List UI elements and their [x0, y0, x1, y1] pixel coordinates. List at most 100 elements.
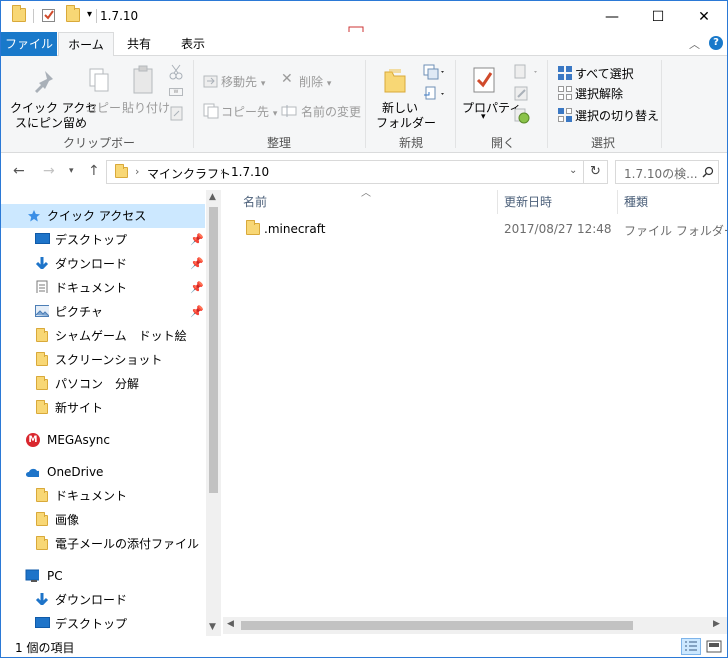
address-bar[interactable]: › マインクラフト › 1.7.10 ⌄: [106, 160, 584, 184]
table-row[interactable]: .minecraft 2017/08/27 12:48 ファイル フォルダー: [223, 218, 727, 240]
scroll-down-icon[interactable]: ▼: [209, 622, 216, 632]
new-item-icon[interactable]: [423, 64, 447, 80]
column-type[interactable]: 種類: [624, 190, 648, 214]
crumb-current[interactable]: 1.7.10: [231, 165, 269, 179]
folder-icon: [36, 536, 48, 550]
pin-icon: 📌: [190, 233, 204, 246]
nav-pc[interactable]: PC: [1, 564, 205, 588]
tab-file[interactable]: ファイル: [1, 32, 57, 56]
move-to-button[interactable]: 移動先 ▾: [221, 73, 265, 90]
nav-item-desktop[interactable]: デスクトップ: [1, 612, 205, 636]
divider[interactable]: [617, 190, 618, 214]
tab-home[interactable]: ホーム: [58, 32, 114, 57]
invert-selection-button[interactable]: 選択の切り替え: [575, 107, 659, 124]
open-icon[interactable]: [514, 64, 542, 80]
search-box[interactable]: 1.7.10の検...: [615, 160, 719, 184]
new-folder-label-2[interactable]: フォルダー: [376, 114, 436, 131]
nav-item-folder-label: シャムゲーム ドット絵: [55, 329, 187, 343]
divider: [33, 9, 34, 23]
scroll-right-icon[interactable]: ▶: [713, 619, 720, 629]
file-list: ︿ 名前 更新日時 種類 .minecraft 2017/08/27 12:48…: [223, 188, 727, 636]
back-button[interactable]: ←: [13, 163, 25, 179]
close-button[interactable]: ✕: [681, 1, 727, 32]
properties-button[interactable]: プロパティ: [462, 99, 521, 116]
nav-item-desktop-label: デスクトップ: [55, 233, 128, 247]
nav-item-folder-label: 新サイト: [55, 401, 104, 415]
divider[interactable]: [497, 190, 498, 214]
recent-locations-icon[interactable]: ▾: [69, 166, 74, 176]
picture-icon: [35, 305, 49, 317]
nav-quick-access[interactable]: クイック アクセス: [1, 204, 205, 228]
properties-dropdown-icon[interactable]: ▾: [481, 112, 486, 122]
help-icon[interactable]: ?: [709, 36, 723, 50]
tab-view[interactable]: 表示: [168, 32, 218, 56]
column-date[interactable]: 更新日時: [504, 190, 552, 214]
history-icon[interactable]: [514, 108, 530, 124]
minimize-button[interactable]: —: [589, 1, 635, 32]
scroll-left-icon[interactable]: ◀: [227, 619, 234, 629]
customize-qa-icon[interactable]: ▾: [87, 9, 92, 20]
cut-icon[interactable]: [169, 64, 183, 80]
collapse-ribbon-icon[interactable]: ︿: [689, 36, 700, 52]
nav-item-folder[interactable]: パソコン 分解: [1, 372, 205, 396]
copy-path-icon[interactable]: w: [169, 88, 183, 96]
address-folder-icon: [115, 164, 128, 178]
nav-mega[interactable]: M MEGAsync: [1, 428, 205, 452]
nav-mega-label: MEGAsync: [47, 433, 110, 447]
new-folder-large-icon: [384, 69, 406, 93]
pin-icon: 📌: [190, 257, 204, 270]
nav-item-desktop[interactable]: デスクトップ 📌: [1, 228, 205, 252]
edit-icon[interactable]: [514, 86, 530, 102]
copy-to-button[interactable]: コピー先 ▾: [221, 103, 277, 120]
column-name[interactable]: 名前: [243, 190, 267, 214]
nav-scroll-thumb[interactable]: [209, 207, 218, 493]
nav-pc-label: PC: [47, 569, 63, 583]
desktop-icon: [35, 233, 50, 244]
nav-item-folder[interactable]: 電子メールの添付ファイル: [1, 532, 205, 556]
maximize-button[interactable]: ☐: [635, 1, 681, 32]
details-view-icon[interactable]: [681, 638, 701, 655]
select-none-button[interactable]: 選択解除: [575, 85, 623, 102]
scroll-up-icon[interactable]: ▲: [209, 192, 216, 202]
up-button[interactable]: ↑: [88, 163, 100, 179]
delete-button[interactable]: 削除 ▾: [299, 73, 331, 90]
nav-item-documents[interactable]: ドキュメント 📌: [1, 276, 205, 300]
large-icons-view-icon[interactable]: [705, 638, 723, 655]
easy-access-icon[interactable]: [423, 86, 447, 102]
new-folder-icon[interactable]: [66, 5, 80, 22]
nav-onedrive[interactable]: OneDrive: [1, 460, 205, 484]
folder-icon: [36, 376, 48, 390]
download-icon: [35, 593, 49, 605]
tab-share[interactable]: 共有: [114, 32, 164, 56]
folder-icon: [246, 220, 260, 235]
nav-item-folder[interactable]: ドキュメント: [1, 484, 205, 508]
copy-icon: [89, 68, 109, 92]
horizontal-scrollbar[interactable]: ◀ ▶: [223, 617, 727, 634]
crumb-minecraft[interactable]: マインクラフト: [147, 165, 231, 182]
nav-item-downloads[interactable]: ダウンロード 📌: [1, 252, 205, 276]
nav-item-folder[interactable]: スクリーンショット: [1, 348, 205, 372]
sort-ascending-icon: ︿: [361, 188, 371, 199]
nav-item-pictures[interactable]: ピクチャ 📌: [1, 300, 205, 324]
select-all-button[interactable]: すべて選択: [575, 65, 634, 82]
address-dropdown-icon[interactable]: ⌄: [569, 165, 577, 176]
copy-button[interactable]: コピー: [85, 99, 121, 116]
select-all-icon: [558, 66, 572, 80]
ribbon: クイック アクセ スにピン留め コピー 貼り付け w クリップボード: [1, 56, 727, 167]
nav-item-folder[interactable]: 新サイト: [1, 396, 205, 420]
nav-item-folder[interactable]: シャムゲーム ドット絵: [1, 324, 205, 348]
nav-item-downloads[interactable]: ダウンロード: [1, 588, 205, 612]
nav-item-folder[interactable]: 画像: [1, 508, 205, 532]
pin-quick-access-button-label-2[interactable]: スにピン留め: [15, 114, 87, 131]
paste-shortcut-icon[interactable]: [170, 106, 184, 122]
paste-button[interactable]: 貼り付け: [122, 99, 170, 116]
rename-icon: [281, 105, 297, 117]
horizontal-scroll-thumb[interactable]: [241, 621, 633, 630]
refresh-button[interactable]: ↻: [584, 160, 608, 184]
properties-check-icon[interactable]: [41, 7, 57, 23]
nav-item-folder-label: パソコン 分解: [55, 377, 140, 391]
search-icon[interactable]: [702, 166, 714, 178]
forward-button[interactable]: →: [43, 163, 55, 179]
rename-button[interactable]: 名前の変更: [301, 103, 361, 120]
properties-icon: [473, 67, 495, 93]
